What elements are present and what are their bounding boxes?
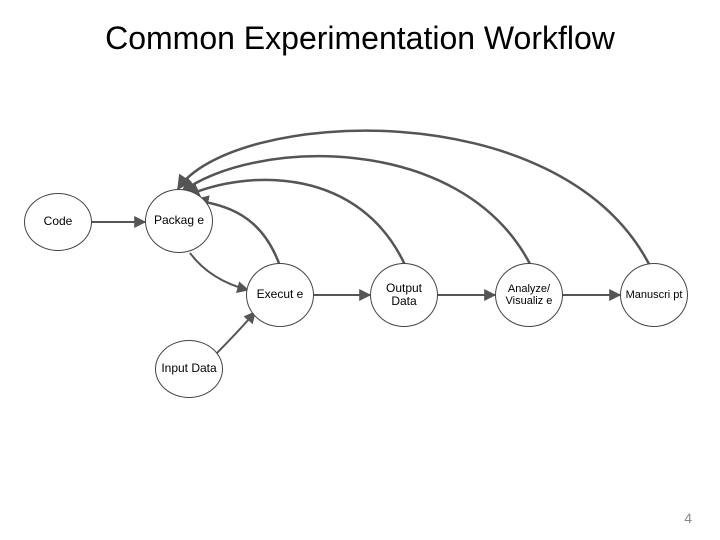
edge-manuscript-package bbox=[178, 131, 650, 266]
edges-layer bbox=[0, 0, 720, 540]
node-execute-label: Execut e bbox=[257, 288, 304, 301]
node-code-label: Code bbox=[44, 215, 73, 228]
node-code: Code bbox=[24, 193, 92, 251]
slide: Common Experimentation Workflow Co bbox=[0, 0, 720, 540]
node-package: Packag e bbox=[145, 189, 213, 253]
node-output-label: Output Data bbox=[375, 282, 433, 308]
edge-output-package bbox=[186, 180, 405, 265]
page-number: 4 bbox=[684, 510, 692, 526]
node-analyze-label: Analyze/ Visualiz e bbox=[500, 283, 558, 307]
node-analyze: Analyze/ Visualiz e bbox=[495, 263, 563, 327]
edge-package-execute bbox=[190, 253, 248, 290]
node-manuscript-label: Manuscri pt bbox=[626, 289, 683, 301]
node-package-label: Packag e bbox=[154, 214, 204, 227]
node-execute: Execut e bbox=[246, 263, 314, 327]
node-input-label: Input Data bbox=[161, 362, 216, 375]
edge-analyze-package bbox=[182, 156, 530, 264]
node-input: Input Data bbox=[155, 340, 223, 398]
node-manuscript: Manuscri pt bbox=[620, 263, 688, 327]
slide-title: Common Experimentation Workflow bbox=[0, 20, 720, 57]
node-output: Output Data bbox=[370, 263, 438, 327]
